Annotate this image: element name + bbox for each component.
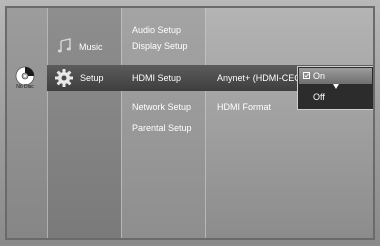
main-menu-item-setup[interactable]: Setup (80, 73, 104, 84)
dropdown-option-on-label: On (313, 71, 326, 81)
dropdown-option-on[interactable]: On (299, 68, 372, 84)
hdmi-item-hdmi-format[interactable]: HDMI Format (217, 102, 271, 113)
menu-screen: No Disc Music Setup Audio Setup Display … (0, 0, 380, 246)
gear-icon (55, 69, 73, 87)
disc-status: No Disc (10, 64, 40, 94)
setup-item-audio-setup[interactable]: Audio Setup (132, 25, 181, 36)
checkbox-icon (303, 72, 310, 79)
music-note-icon (57, 38, 71, 53)
dropdown-option-off[interactable]: Off (313, 92, 325, 103)
hdmi-item-anynet[interactable]: Anynet+ (HDMI-CEC) (217, 73, 304, 84)
setup-item-display-setup[interactable]: Display Setup (132, 41, 188, 52)
disc-icon (15, 66, 35, 86)
setup-item-hdmi-setup[interactable]: HDMI Setup (132, 73, 181, 84)
column-divider (205, 8, 206, 238)
disc-status-label: No Disc (16, 84, 34, 90)
column-divider (47, 8, 48, 238)
column-divider (121, 8, 122, 238)
caret-down-icon (333, 84, 339, 89)
disc-column (7, 8, 47, 238)
main-menu-item-music[interactable]: Music (79, 42, 103, 53)
setup-item-parental-setup[interactable]: Parental Setup (132, 123, 192, 134)
hdmi-menu-column (205, 8, 373, 238)
setup-item-network-setup[interactable]: Network Setup (132, 102, 191, 113)
